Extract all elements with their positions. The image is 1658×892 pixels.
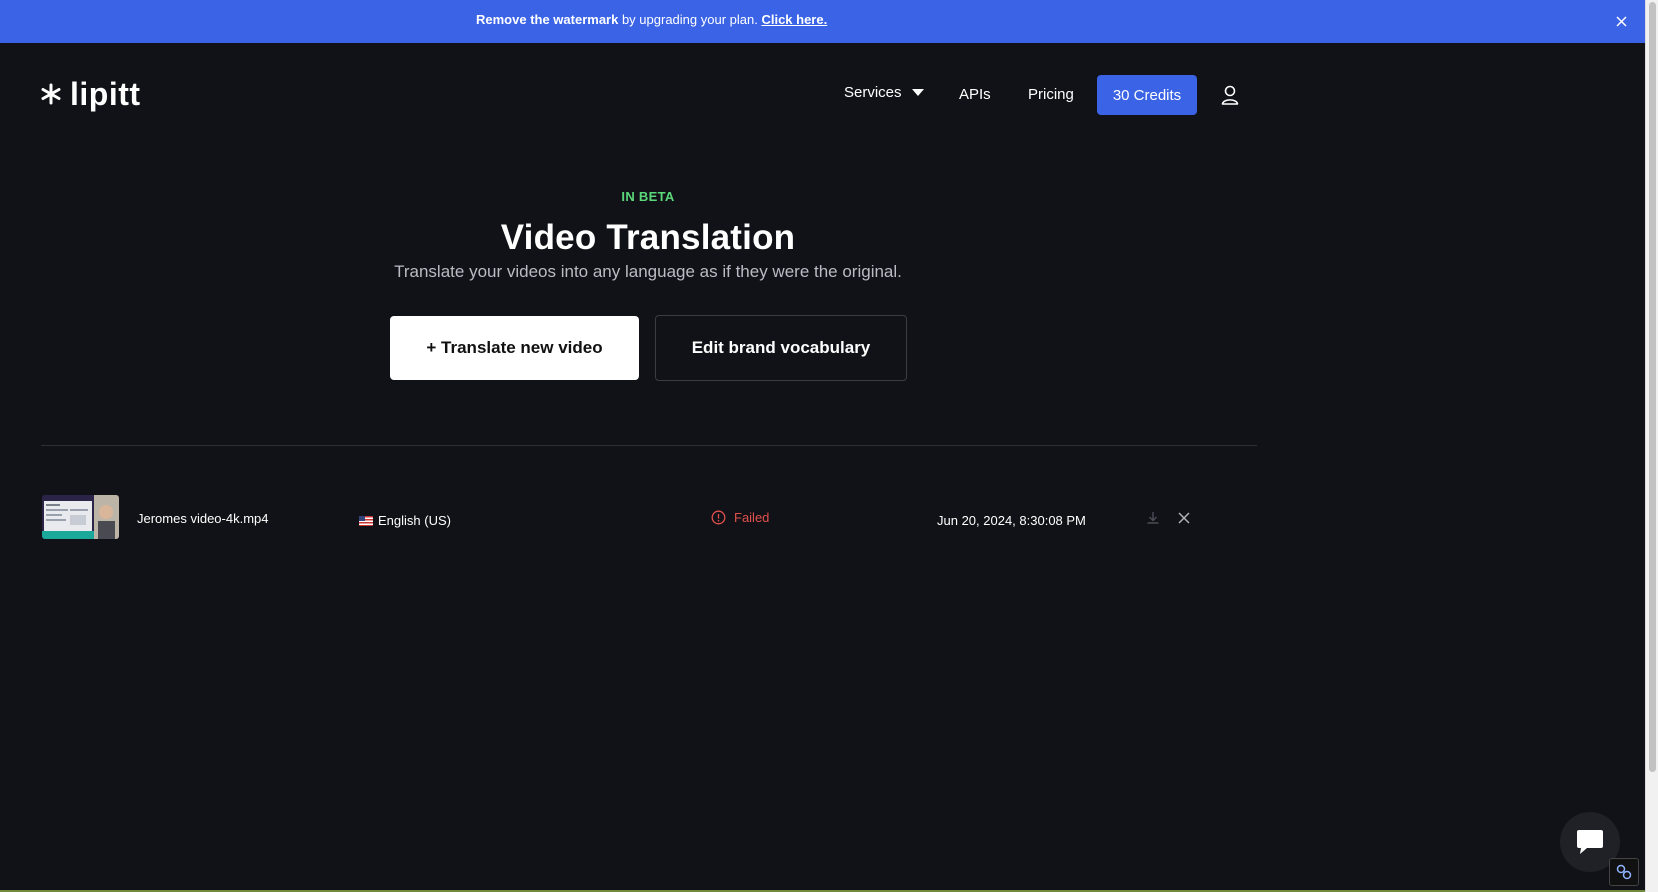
chat-icon xyxy=(1577,830,1603,854)
banner-upgrade-link[interactable]: Click here. xyxy=(761,12,827,27)
nav-apis[interactable]: APIs xyxy=(959,86,991,103)
video-filename: Jeromes video-4k.mp4 xyxy=(137,511,269,526)
delete-button[interactable] xyxy=(1176,510,1192,526)
chevron-down-icon xyxy=(911,89,924,96)
video-date: Jun 20, 2024, 8:30:08 PM xyxy=(937,513,1086,528)
close-icon xyxy=(1615,15,1627,27)
us-flag-icon xyxy=(359,515,373,526)
video-language-label: English (US) xyxy=(378,513,451,528)
user-icon xyxy=(1221,85,1239,105)
page-title: Video Translation xyxy=(500,218,796,257)
status-label: Failed xyxy=(734,510,770,525)
nav-services[interactable]: Services xyxy=(844,84,924,101)
logo[interactable]: lipitt xyxy=(40,76,141,112)
video-thumbnail xyxy=(42,495,119,539)
banner-bold-text: Remove the watermark xyxy=(476,12,619,27)
nav-pricing[interactable]: Pricing xyxy=(1028,86,1074,103)
link-icon xyxy=(1616,864,1632,880)
logo-asterisk-icon xyxy=(41,83,61,105)
translate-new-video-button[interactable]: + Translate new video xyxy=(390,316,639,380)
video-language: English (US) xyxy=(359,513,451,528)
beta-badge: IN BETA xyxy=(621,189,675,204)
page-scrollbar[interactable] xyxy=(1645,0,1658,892)
download-icon xyxy=(1147,512,1159,524)
video-row[interactable]: Jeromes video-4k.mp4 English (US) Failed… xyxy=(0,495,1296,541)
status-badge: Failed xyxy=(711,510,769,525)
credits-button[interactable]: 30 Credits xyxy=(1097,75,1197,115)
upgrade-banner: Remove the watermark by upgrading your p… xyxy=(0,0,1645,43)
banner-text: Remove the watermark by upgrading your p… xyxy=(476,12,827,27)
nav-services-label: Services xyxy=(844,84,902,101)
scrollbar-thumb[interactable] xyxy=(1649,2,1656,772)
banner-text-plain: by upgrading your plan. xyxy=(618,12,762,27)
logo-text: lipitt xyxy=(70,76,141,112)
edit-brand-vocabulary-button[interactable]: Edit brand vocabulary xyxy=(655,315,907,381)
extension-widget[interactable] xyxy=(1609,858,1639,886)
divider xyxy=(41,445,1257,446)
banner-close-button[interactable] xyxy=(1611,11,1631,31)
download-button[interactable] xyxy=(1145,510,1161,526)
delete-icon xyxy=(1178,512,1190,524)
page-subtitle: Translate your videos into any language … xyxy=(394,262,902,281)
alert-circle-icon xyxy=(711,510,726,525)
user-account-button[interactable] xyxy=(1219,84,1241,106)
